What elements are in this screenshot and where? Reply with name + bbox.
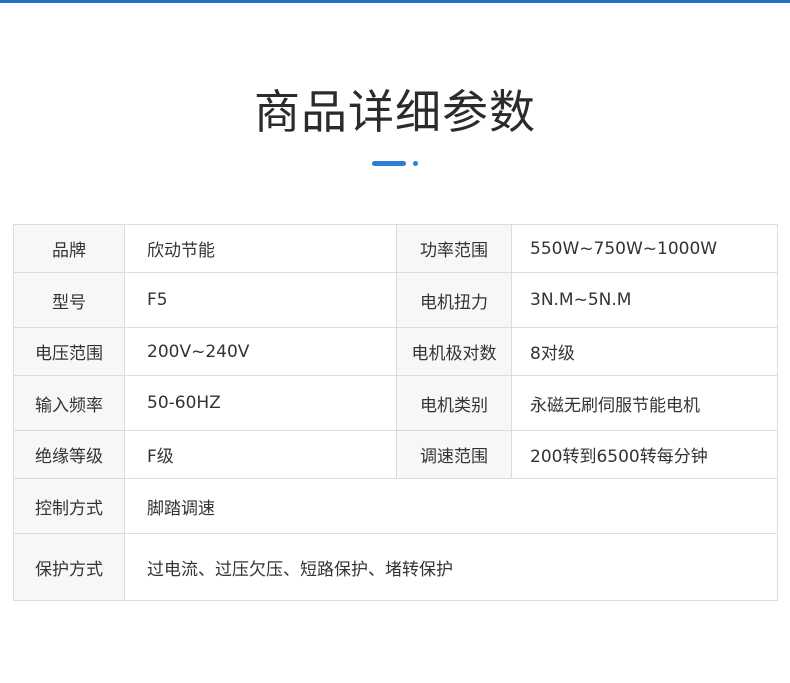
spec-label: 功率范围 xyxy=(396,224,512,273)
spec-value: 200V~240V xyxy=(124,327,397,376)
spec-value: 50-60HZ xyxy=(124,375,397,431)
spec-value: 脚踏调速 xyxy=(124,478,778,534)
spec-label: 电压范围 xyxy=(13,327,125,376)
spec-label: 电机极对数 xyxy=(396,327,512,376)
spec-value: 过电流、过压欠压、短路保护、堵转保护 xyxy=(124,533,778,601)
spec-value: 永磁无刷伺服节能电机 xyxy=(511,375,778,431)
spec-label: 输入频率 xyxy=(13,375,125,431)
spec-label: 保护方式 xyxy=(13,533,125,601)
page-title: 商品详细参数 xyxy=(254,85,536,139)
spec-label: 调速范围 xyxy=(396,430,512,479)
table-row: 品牌 欣动节能 功率范围 550W~750W~1000W xyxy=(13,224,778,273)
spec-value: F级 xyxy=(124,430,397,479)
spec-label: 控制方式 xyxy=(13,478,125,534)
spec-value: F5 xyxy=(124,272,397,328)
table-row: 绝缘等级 F级 调速范围 200转到6500转每分钟 xyxy=(13,430,778,479)
title-divider-dot xyxy=(413,161,418,166)
spec-label: 绝缘等级 xyxy=(13,430,125,479)
spec-value: 8对级 xyxy=(511,327,778,376)
spec-label: 电机类别 xyxy=(396,375,512,431)
table-row: 保护方式 过电流、过压欠压、短路保护、堵转保护 xyxy=(13,533,778,601)
spec-label: 品牌 xyxy=(13,224,125,273)
table-row: 电压范围 200V~240V 电机极对数 8对级 xyxy=(13,327,778,376)
spec-label: 电机扭力 xyxy=(396,272,512,328)
spec-value: 欣动节能 xyxy=(124,224,397,273)
table-row: 输入频率 50-60HZ 电机类别 永磁无刷伺服节能电机 xyxy=(13,375,778,431)
spec-value: 200转到6500转每分钟 xyxy=(511,430,778,479)
spec-value: 550W~750W~1000W xyxy=(511,224,778,273)
table-row: 控制方式 脚踏调速 xyxy=(13,478,778,534)
table-row: 型号 F5 电机扭力 3N.M~5N.M xyxy=(13,272,778,328)
title-divider-dash xyxy=(372,161,406,166)
top-accent-bar xyxy=(0,0,790,3)
spec-label: 型号 xyxy=(13,272,125,328)
spec-value: 3N.M~5N.M xyxy=(511,272,778,328)
title-divider xyxy=(372,161,422,166)
spec-table: 品牌 欣动节能 功率范围 550W~750W~1000W 型号 F5 电机扭力 … xyxy=(13,224,778,601)
